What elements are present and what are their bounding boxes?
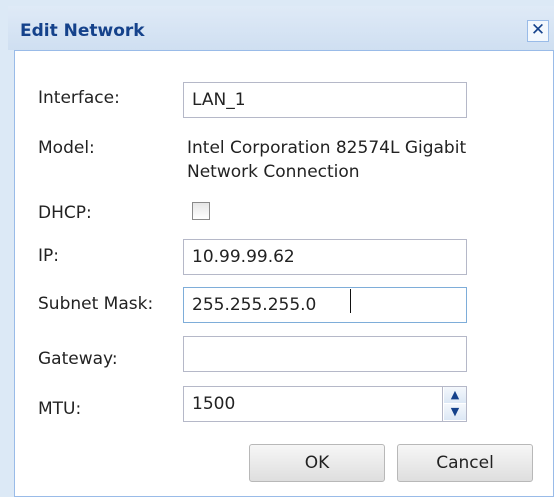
edit-network-dialog: Edit Network ✕ Interface: Model: Intel C… (0, 0, 554, 497)
chevron-up-icon[interactable]: ▲ (444, 387, 466, 403)
dhcp-checkbox[interactable] (192, 202, 210, 220)
model-value-line2: Network Connection (187, 162, 360, 182)
ip-input[interactable] (183, 239, 467, 275)
close-button[interactable]: ✕ (527, 20, 549, 42)
chevron-down-icon[interactable]: ▼ (444, 404, 466, 420)
mtu-spinner: ▲ ▼ (442, 387, 466, 421)
interface-input[interactable] (183, 82, 467, 118)
gateway-input[interactable] (183, 336, 467, 372)
mtu-label: MTU: (38, 399, 82, 419)
cancel-button[interactable]: Cancel (397, 444, 533, 482)
interface-label: Interface: (38, 88, 120, 108)
ok-button[interactable]: OK (249, 444, 385, 482)
dhcp-label: DHCP: (38, 203, 92, 223)
close-icon: ✕ (530, 20, 546, 40)
ip-label: IP: (38, 246, 59, 266)
subnet-mask-input[interactable] (183, 287, 467, 323)
text-caret (350, 289, 351, 313)
gateway-label: Gateway: (38, 349, 118, 369)
model-label: Model: (38, 138, 95, 158)
subnet-mask-label: Subnet Mask: (38, 294, 154, 314)
model-value-line1: Intel Corporation 82574L Gigabit (187, 138, 467, 158)
mtu-input[interactable] (183, 386, 467, 422)
dialog-title: Edit Network (20, 21, 145, 41)
